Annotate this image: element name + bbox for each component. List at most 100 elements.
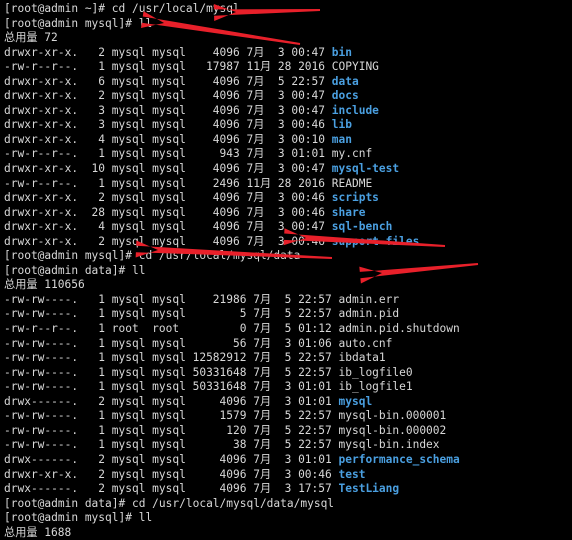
file-name: auto.cnf — [338, 336, 393, 350]
command-prompt-line: [root@admin mysql]# ll — [4, 17, 572, 32]
file-list-row: -rw-r--r--. 1 mysql mysql 17987 11月 28 2… — [4, 60, 572, 75]
file-name: mysql-bin.000001 — [338, 409, 447, 423]
file-list-row: -rw-r--r--. 1 mysql mysql 943 7月 3 01:01… — [4, 147, 572, 162]
command-prompt-line: [root@admin ~]# cd /usr/local/mysql — [4, 2, 572, 17]
file-metadata: drwxr-xr-x. 4 mysql mysql 4096 7月 3 00:1… — [4, 132, 332, 146]
file-metadata: -rw-rw----. 1 mysql mysql 1579 7月 5 22:5… — [4, 409, 339, 423]
directory-name: share — [331, 205, 366, 219]
command-prompt-line: [root@admin mysql]# ll — [4, 511, 572, 526]
file-metadata: drwxr-xr-x. 28 mysql mysql 4096 7月 3 00:… — [4, 205, 332, 219]
terminal-window[interactable]: [root@admin ~]# cd /usr/local/mysql [root… — [0, 0, 572, 539]
file-list-row: drwx------. 2 mysql mysql 4096 7月 3 17:5… — [4, 482, 572, 497]
file-metadata: -rw-r--r--. 1 mysql mysql 943 7月 3 01:01 — [4, 147, 332, 161]
directory-name: bin — [331, 45, 352, 59]
command-text: [root@admin data]# ll — [4, 263, 146, 277]
file-metadata: -rw-rw----. 1 mysql mysql 38 7月 5 22:57 — [4, 438, 339, 452]
total-text: 总用量 110656 — [4, 278, 85, 292]
file-metadata: drwxr-xr-x. 2 mysql mysql 4096 7月 3 00:4… — [4, 191, 332, 205]
directory-name: mysql-test — [331, 162, 400, 176]
file-metadata: drwxr-xr-x. 3 mysql mysql 4096 7月 3 00:4… — [4, 103, 332, 117]
file-name: mysql-bin.000002 — [338, 423, 447, 437]
file-metadata: -rw-rw----. 1 mysql mysql 50331648 7月 3 … — [4, 380, 339, 394]
file-metadata: -rw-rw----. 1 mysql mysql 12582912 7月 5 … — [4, 351, 339, 365]
file-list-row: -rw-r--r--. 1 root root 0 7月 5 01:12 adm… — [4, 322, 572, 337]
file-list-row: drwxr-xr-x. 2 mysql mysql 4096 7月 3 00:4… — [4, 89, 572, 104]
command-text: [root@admin mysql]# ll — [4, 511, 153, 525]
file-metadata: drwxr-xr-x. 6 mysql mysql 4096 7月 5 22:5… — [4, 74, 332, 88]
file-metadata: drwxr-xr-x. 2 mysql mysql 4096 7月 3 00:4… — [4, 234, 332, 248]
file-metadata: drwxr-xr-x. 3 mysql mysql 4096 7月 3 00:4… — [4, 118, 332, 132]
file-metadata: drwxr-xr-x. 2 mysql mysql 4096 7月 3 00:4… — [4, 89, 332, 103]
file-name: README — [331, 176, 373, 190]
directory-name: man — [331, 132, 352, 146]
command-text: [root@admin data]# cd /usr/local/mysql/d… — [4, 496, 335, 510]
file-metadata: -rw-rw----. 1 mysql mysql 120 7月 5 22:57 — [4, 423, 339, 437]
file-metadata: drwx------. 2 mysql mysql 4096 7月 3 01:0… — [4, 394, 339, 408]
total-line: 总用量 110656 — [4, 278, 572, 293]
file-list-row: -rw-r--r--. 1 mysql mysql 2496 11月 28 20… — [4, 177, 572, 192]
file-list-row: -rw-rw----. 1 mysql mysql 21986 7月 5 22:… — [4, 293, 572, 308]
file-name: admin.pid — [338, 307, 400, 321]
command-prompt-line: [root@admin data]# ll — [4, 264, 572, 279]
file-list-row: -rw-rw----. 1 mysql mysql 12582912 7月 5 … — [4, 351, 572, 366]
file-metadata: drwxr-xr-x. 10 mysql mysql 4096 7月 3 00:… — [4, 162, 332, 176]
command-text: [root@admin mysql]# cd /usr/local/mysql/… — [4, 249, 301, 263]
file-metadata: drwxr-xr-x. 2 mysql mysql 4096 7月 3 00:4… — [4, 45, 332, 59]
file-list-row: -rw-rw----. 1 mysql mysql 50331648 7月 5 … — [4, 366, 572, 381]
file-name: my.cnf — [331, 147, 373, 161]
file-metadata: drwxr-xr-x. 4 mysql mysql 4096 7月 3 00:4… — [4, 220, 332, 234]
file-metadata: drwx------. 2 mysql mysql 4096 7月 3 17:5… — [4, 482, 339, 496]
file-list-row: drwxr-xr-x. 2 mysql mysql 4096 7月 3 00:4… — [4, 235, 572, 250]
file-metadata: -rw-r--r--. 1 mysql mysql 17987 11月 28 2… — [4, 60, 332, 74]
file-metadata: -rw-rw----. 1 mysql mysql 50331648 7月 5 … — [4, 365, 339, 379]
file-metadata: -rw-rw----. 1 mysql mysql 21986 7月 5 22:… — [4, 292, 339, 306]
file-list-row: drwxr-xr-x. 28 mysql mysql 4096 7月 3 00:… — [4, 206, 572, 221]
directory-name: mysql — [338, 394, 373, 408]
file-list-row: -rw-rw----. 1 mysql mysql 50331648 7月 3 … — [4, 380, 572, 395]
file-metadata: -rw-r--r--. 1 root root 0 7月 5 01:12 — [4, 322, 339, 336]
file-name: ibdata1 — [338, 351, 386, 365]
file-list-row: -rw-rw----. 1 mysql mysql 38 7月 5 22:57 … — [4, 438, 572, 453]
directory-name: lib — [331, 118, 352, 132]
file-list-row: drwx------. 2 mysql mysql 4096 7月 3 01:0… — [4, 453, 572, 468]
command-prompt-line: [root@admin mysql]# cd /usr/local/mysql/… — [4, 249, 572, 264]
command-text: [root@admin ~]# cd /usr/local/mysql — [4, 2, 240, 15]
file-metadata: drwx------. 2 mysql mysql 4096 7月 3 01:0… — [4, 452, 339, 466]
file-name: admin.err — [338, 292, 400, 306]
file-list-row: drwxr-xr-x. 4 mysql mysql 4096 7月 3 00:1… — [4, 133, 572, 148]
directory-name: data — [331, 74, 359, 88]
file-list-row: -rw-rw----. 1 mysql mysql 1579 7月 5 22:5… — [4, 409, 572, 424]
file-name: mysql-bin.index — [338, 438, 440, 452]
file-list-row: drwxr-xr-x. 3 mysql mysql 4096 7月 3 00:4… — [4, 104, 572, 119]
file-list-row: drwx------. 2 mysql mysql 4096 7月 3 01:0… — [4, 395, 572, 410]
file-list-row: drwxr-xr-x. 2 mysql mysql 4096 7月 3 00:4… — [4, 46, 572, 61]
terminal-output: [root@admin ~]# cd /usr/local/mysql [root… — [4, 2, 572, 540]
file-list-row: -rw-rw----. 1 mysql mysql 120 7月 5 22:57… — [4, 424, 572, 439]
file-metadata: -rw-rw----. 1 mysql mysql 56 7月 3 01:06 — [4, 336, 339, 350]
file-list-row: drwxr-xr-x. 10 mysql mysql 4096 7月 3 00:… — [4, 162, 572, 177]
file-metadata: drwxr-xr-x. 2 mysql mysql 4096 7月 3 00:4… — [4, 467, 339, 481]
file-metadata: -rw-r--r--. 1 mysql mysql 2496 11月 28 20… — [4, 176, 332, 190]
file-name: admin.pid.shutdown — [338, 322, 460, 336]
directory-name: performance_schema — [338, 452, 460, 466]
command-prompt-line: [root@admin data]# cd /usr/local/mysql/d… — [4, 497, 572, 512]
directory-name: docs — [331, 89, 359, 103]
command-text: [root@admin mysql]# ll — [4, 16, 153, 30]
file-list-row: drwxr-xr-x. 4 mysql mysql 4096 7月 3 00:4… — [4, 220, 572, 235]
directory-name: support-files — [331, 234, 420, 248]
file-list-row: -rw-rw----. 1 mysql mysql 5 7月 5 22:57 a… — [4, 307, 572, 322]
directory-name: include — [331, 103, 379, 117]
file-list-row: drwxr-xr-x. 6 mysql mysql 4096 7月 5 22:5… — [4, 75, 572, 90]
total-line: 总用量 72 — [4, 31, 572, 46]
file-name: ib_logfile0 — [338, 365, 413, 379]
directory-name: test — [338, 467, 366, 481]
file-list-row: drwxr-xr-x. 2 mysql mysql 4096 7月 3 00:4… — [4, 468, 572, 483]
total-line: 总用量 1688 — [4, 526, 572, 540]
file-list-row: drwxr-xr-x. 2 mysql mysql 4096 7月 3 00:4… — [4, 191, 572, 206]
directory-name: sql-bench — [331, 220, 393, 234]
directory-name: TestLiang — [338, 482, 400, 496]
total-text: 总用量 1688 — [4, 525, 72, 539]
file-name: COPYING — [331, 60, 379, 74]
file-metadata: -rw-rw----. 1 mysql mysql 5 7月 5 22:57 — [4, 307, 339, 321]
file-list-row: -rw-rw----. 1 mysql mysql 56 7月 3 01:06 … — [4, 337, 572, 352]
